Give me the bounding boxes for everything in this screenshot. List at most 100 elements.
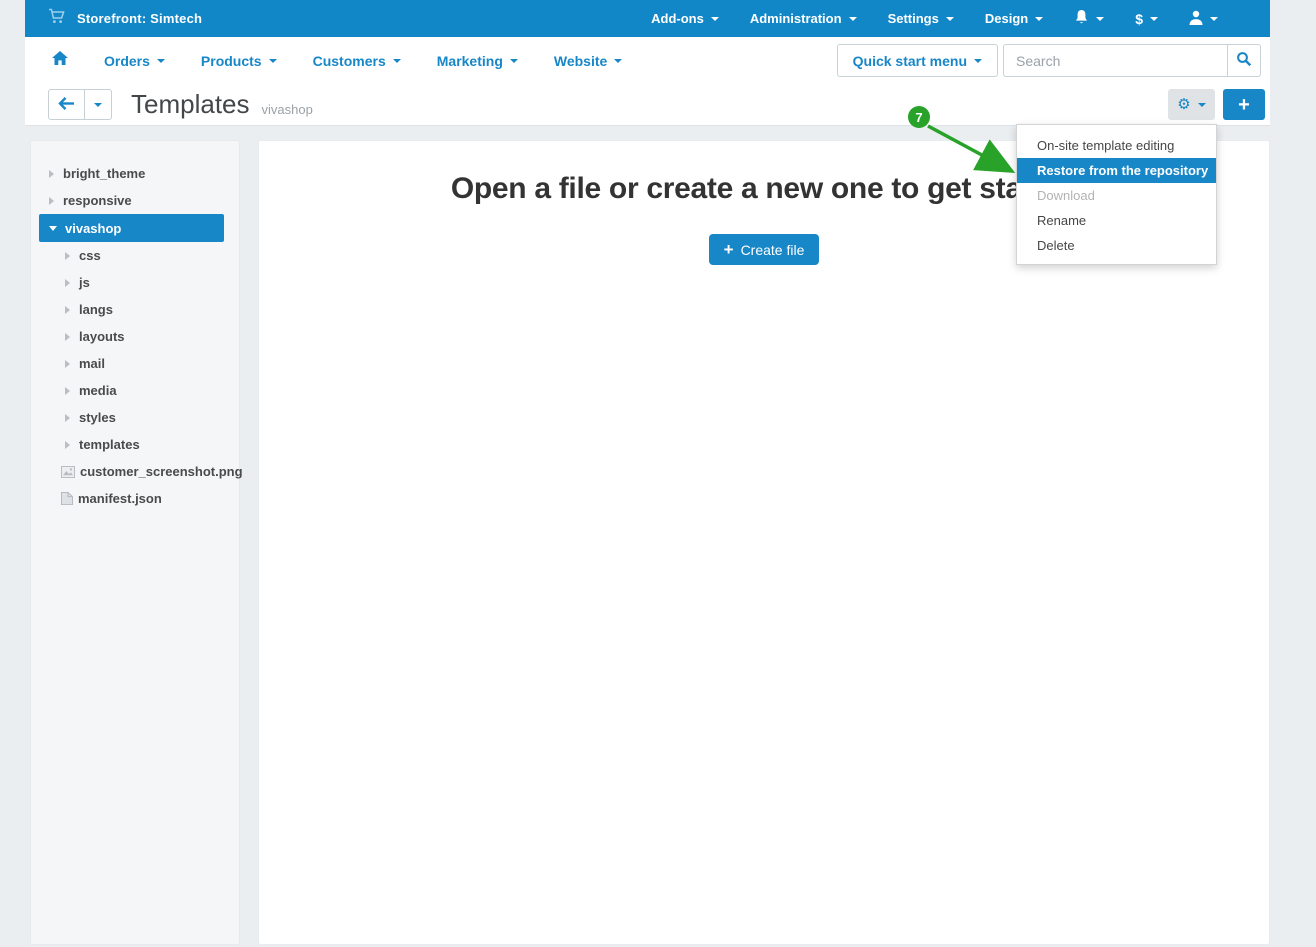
- back-button[interactable]: [48, 89, 85, 120]
- nav-item-customers[interactable]: Customers: [313, 53, 401, 69]
- admin-app-window: Storefront: Simtech Add-ons Administrati…: [25, 0, 1270, 947]
- tree-item-label: templates: [79, 437, 140, 452]
- chevron-down-icon: [1210, 17, 1218, 21]
- quick-start-menu-button[interactable]: Quick start menu: [837, 44, 998, 77]
- menu-item-onsite-template-editing[interactable]: On-site template editing: [1017, 133, 1216, 158]
- chevron-right-icon[interactable]: [65, 306, 70, 314]
- home-button[interactable]: [52, 51, 68, 70]
- chevron-down-icon: [1096, 17, 1104, 21]
- tree-item-label: styles: [79, 410, 116, 425]
- search-button[interactable]: [1227, 44, 1261, 77]
- nav-item-orders[interactable]: Orders: [104, 53, 165, 69]
- tree-item-js[interactable]: js: [31, 269, 239, 296]
- tree-item-langs[interactable]: langs: [31, 296, 239, 323]
- chevron-down-icon: [393, 59, 401, 63]
- storefront-label: Storefront: Simtech: [77, 11, 202, 26]
- chevron-right-icon[interactable]: [49, 197, 54, 205]
- bell-icon: [1074, 9, 1089, 28]
- page-title: Templates: [131, 89, 250, 120]
- chevron-down-icon: [94, 103, 102, 107]
- chevron-right-icon[interactable]: [65, 360, 70, 368]
- plus-icon: +: [724, 241, 734, 258]
- tree-item-mail[interactable]: mail: [31, 350, 239, 377]
- dollar-icon: $: [1135, 11, 1143, 27]
- menu-design[interactable]: Design: [985, 11, 1043, 26]
- home-icon: [52, 51, 68, 70]
- menu-add-ons-label: Add-ons: [651, 11, 704, 26]
- chevron-down-icon: [1035, 17, 1043, 21]
- chevron-down-icon[interactable]: [49, 226, 57, 231]
- nav-item-website[interactable]: Website: [554, 53, 622, 69]
- nav-item-products[interactable]: Products: [201, 53, 277, 69]
- arrow-left-icon: [58, 97, 75, 113]
- tree-item-label: layouts: [79, 329, 125, 344]
- top-bar: Storefront: Simtech Add-ons Administrati…: [25, 0, 1270, 37]
- chevron-down-icon: [614, 59, 622, 63]
- chevron-right-icon[interactable]: [65, 414, 70, 422]
- chevron-down-icon: [157, 59, 165, 63]
- add-button[interactable]: +: [1223, 89, 1265, 120]
- nav-right-controls: Quick start menu: [837, 44, 1261, 77]
- menu-item-delete[interactable]: Delete: [1017, 233, 1216, 258]
- search-icon: [1236, 51, 1252, 70]
- back-history-dropdown-button[interactable]: [85, 89, 112, 120]
- tree-item-label: css: [79, 248, 101, 263]
- gear-icon: ⚙: [1177, 97, 1190, 112]
- nav-item-label: Orders: [104, 53, 150, 69]
- search-input[interactable]: [1003, 44, 1227, 77]
- tree-item-label: responsive: [63, 193, 132, 208]
- gear-dropdown-menu: On-site template editing Restore from th…: [1016, 124, 1217, 265]
- tree-item-bright-theme[interactable]: bright_theme: [31, 160, 239, 187]
- menu-settings-label: Settings: [888, 11, 939, 26]
- chevron-right-icon[interactable]: [65, 279, 70, 287]
- chevron-down-icon: [269, 59, 277, 63]
- user-icon: [1189, 10, 1203, 28]
- notifications-menu[interactable]: [1074, 9, 1104, 28]
- tree-item-vivashop-selected[interactable]: vivashop: [39, 214, 224, 242]
- chevron-right-icon[interactable]: [65, 333, 70, 341]
- menu-administration-label: Administration: [750, 11, 842, 26]
- user-account-menu[interactable]: [1189, 10, 1218, 28]
- tree-item-customer-screenshot[interactable]: customer_screenshot.png: [31, 458, 239, 485]
- chevron-down-icon: [711, 17, 719, 21]
- chevron-right-icon[interactable]: [65, 441, 70, 449]
- chevron-down-icon: [1150, 17, 1158, 21]
- menu-administration[interactable]: Administration: [750, 11, 857, 26]
- menu-item-restore-from-repository[interactable]: Restore from the repository: [1017, 158, 1216, 183]
- tree-item-label: bright_theme: [63, 166, 145, 181]
- tree-item-label: js: [79, 275, 90, 290]
- page-header: Templates vivashop ⚙ +: [25, 84, 1270, 126]
- back-button-group: [48, 89, 112, 120]
- nav-item-label: Customers: [313, 53, 386, 69]
- top-bar-menus: Add-ons Administration Settings Design: [651, 9, 1218, 28]
- image-icon: [61, 466, 75, 478]
- chevron-down-icon: [1198, 103, 1206, 107]
- chevron-right-icon[interactable]: [65, 252, 70, 260]
- menu-item-rename[interactable]: Rename: [1017, 208, 1216, 233]
- tree-item-css[interactable]: css: [31, 242, 239, 269]
- tree-item-styles[interactable]: styles: [31, 404, 239, 431]
- tree-item-templates[interactable]: templates: [31, 431, 239, 458]
- chevron-right-icon[interactable]: [65, 387, 70, 395]
- chevron-right-icon[interactable]: [49, 170, 54, 178]
- tree-item-responsive[interactable]: responsive: [31, 187, 239, 214]
- quick-start-menu-label: Quick start menu: [853, 53, 967, 69]
- create-file-button[interactable]: + Create file: [709, 234, 820, 265]
- storefront-switcher[interactable]: Storefront: Simtech: [48, 8, 202, 29]
- currency-menu[interactable]: $: [1135, 11, 1158, 27]
- nav-item-label: Website: [554, 53, 607, 69]
- tree-item-label: mail: [79, 356, 105, 371]
- file-tree-panel: bright_theme responsive vivashop css js …: [30, 140, 240, 945]
- create-file-label: Create file: [741, 242, 805, 258]
- tree-item-layouts[interactable]: layouts: [31, 323, 239, 350]
- nav-item-marketing[interactable]: Marketing: [437, 53, 518, 69]
- menu-design-label: Design: [985, 11, 1028, 26]
- chevron-down-icon: [849, 17, 857, 21]
- tree-item-label: langs: [79, 302, 113, 317]
- tree-item-media[interactable]: media: [31, 377, 239, 404]
- chevron-down-icon: [974, 59, 982, 63]
- menu-settings[interactable]: Settings: [888, 11, 954, 26]
- menu-add-ons[interactable]: Add-ons: [651, 11, 719, 26]
- gear-button[interactable]: ⚙: [1168, 89, 1215, 120]
- tree-item-manifest-json[interactable]: manifest.json: [31, 485, 239, 512]
